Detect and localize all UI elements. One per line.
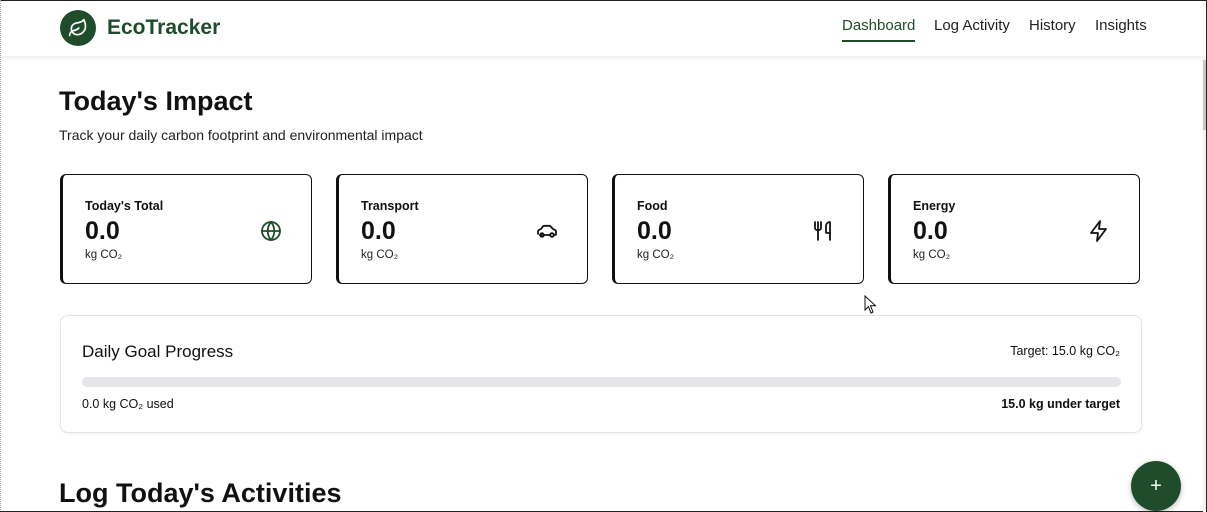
brand-name[interactable]: EcoTracker: [107, 16, 220, 40]
stat-unit: kg CO₂: [913, 249, 951, 261]
goal-target: Target: 15.0 kg CO₂: [1010, 344, 1120, 358]
page-title: Today's Impact: [59, 86, 253, 116]
stat-unit: kg CO₂: [85, 249, 123, 261]
nav-insights[interactable]: Insights: [1095, 17, 1147, 40]
stat-card-energy: Energy 0.0 kg CO₂: [888, 174, 1140, 284]
scrollbar-thumb[interactable]: [1203, 60, 1206, 130]
top-navbar: EcoTracker Dashboard Log Activity Histor…: [1, 1, 1203, 56]
nav-dashboard[interactable]: Dashboard: [842, 17, 916, 42]
stat-value: 0.0: [361, 217, 396, 245]
nav-log-activity[interactable]: Log Activity: [934, 17, 1010, 40]
goal-under-text: 15.0 kg under target: [1001, 397, 1120, 411]
stat-label: Food: [637, 199, 668, 213]
stat-value: 0.0: [913, 217, 948, 245]
stat-card-transport: Transport 0.0 kg CO₂: [336, 174, 588, 284]
stat-label: Transport: [361, 199, 419, 213]
car-icon: [537, 224, 557, 238]
stat-label: Energy: [913, 199, 956, 213]
stat-unit: kg CO₂: [637, 249, 675, 261]
stat-card-total: Today's Total 0.0 kg CO₂: [60, 174, 312, 284]
stat-unit: kg CO₂: [361, 249, 399, 261]
stat-value: 0.0: [637, 217, 672, 245]
leaf-icon[interactable]: [60, 10, 96, 46]
goal-used-text: 0.0 kg CO₂ used: [82, 397, 174, 411]
mouse-cursor-icon: [864, 295, 877, 314]
stat-label: Today's Total: [85, 199, 164, 213]
globe-icon: [261, 221, 281, 241]
goal-progress-bar: [82, 377, 1121, 387]
section-title: Log Today's Activities: [59, 478, 342, 508]
goal-title: Daily Goal Progress: [82, 342, 234, 361]
add-activity-button[interactable]: +: [1131, 461, 1181, 511]
goal-progress-card: Daily Goal Progress Target: 15.0 kg CO₂ …: [60, 315, 1142, 433]
stat-value: 0.0: [85, 217, 120, 245]
lightning-icon: [1090, 220, 1107, 242]
stat-card-food: Food 0.0 kg CO₂: [612, 174, 864, 284]
nav-history[interactable]: History: [1029, 17, 1076, 40]
utensils-icon: [814, 221, 831, 241]
page-subtitle: Track your daily carbon footprint and en…: [59, 127, 423, 143]
